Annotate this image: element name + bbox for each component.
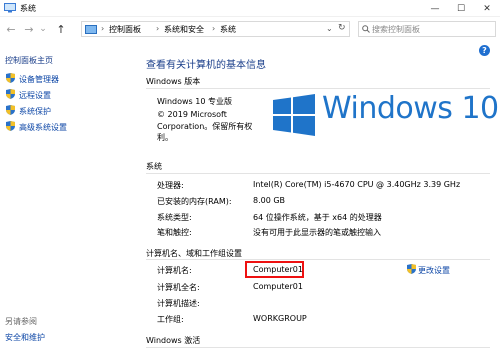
breadcrumb-control-panel[interactable]: 控制面板: [109, 24, 141, 35]
shield-icon: [407, 264, 416, 274]
sidebar-item-advanced-settings[interactable]: 高级系统设置: [19, 122, 67, 133]
section-title-edition: Windows 版本: [146, 77, 201, 86]
windows-logo-text: Windows 10: [322, 91, 499, 126]
copyright-line-2: Corporation。保留所有权: [157, 122, 253, 131]
maximize-button[interactable]: ☐: [448, 0, 474, 17]
full-computer-name-label: 计算机全名:: [157, 283, 200, 292]
search-placeholder: 搜索控制面板: [372, 25, 420, 34]
computer-name-label: 计算机名:: [157, 266, 192, 275]
search-icon: [362, 25, 370, 33]
refresh-icon[interactable]: ↻: [338, 23, 346, 33]
breadcrumb-system[interactable]: 系统: [220, 24, 236, 35]
computer-description-label: 计算机描述:: [157, 299, 200, 308]
system-type-value: 64 位操作系统，基于 x64 的处理器: [253, 213, 382, 222]
window-title: 系统: [20, 4, 36, 13]
processor-label: 处理器:: [157, 181, 184, 190]
section-title-computer-name: 计算机名、域和工作组设置: [146, 249, 242, 258]
section-title-activation: Windows 激活: [146, 336, 201, 345]
back-arrow-icon[interactable]: ←: [4, 22, 18, 36]
history-dropdown-icon[interactable]: ⌄: [38, 22, 48, 36]
page-title: 查看有关计算机的基本信息: [146, 60, 266, 71]
shield-icon: [6, 89, 15, 99]
left-pane: 控制面板主页 设备管理器 远程设置 系统保护 高级系统设置 另请参阅 安全和维护: [0, 41, 136, 355]
breadcrumb-separator: ›: [212, 24, 216, 33]
pen-touch-value: 没有可用于此显示器的笔或触控输入: [253, 228, 381, 237]
control-panel-home-link[interactable]: 控制面板主页: [5, 55, 53, 66]
sidebar-item-device-manager[interactable]: 设备管理器: [19, 74, 59, 85]
shield-icon: [6, 73, 15, 83]
sidebar-item-system-protection[interactable]: 系统保护: [19, 106, 51, 117]
address-bar[interactable]: › 控制面板 › 系统和安全 › 系统 ⌄ ↻: [81, 21, 350, 37]
forward-arrow-icon[interactable]: →: [22, 22, 36, 36]
processor-value: Intel(R) Core(TM) i5-4670 CPU @ 3.40GHz …: [253, 180, 461, 189]
up-arrow-icon[interactable]: ↑: [54, 22, 68, 36]
control-panel-icon: [85, 25, 97, 34]
search-input[interactable]: 搜索控制面板: [358, 21, 496, 37]
workgroup-label: 工作组:: [157, 315, 184, 324]
ram-label: 已安装的内存(RAM):: [157, 197, 232, 206]
change-settings-link[interactable]: 更改设置: [418, 265, 450, 276]
divider: [146, 88, 490, 89]
copyright-line-3: 利。: [157, 133, 173, 142]
ram-value: 8.00 GB: [253, 196, 286, 205]
breadcrumb-separator: ›: [101, 24, 105, 33]
workgroup-value: WORKGROUP: [253, 314, 307, 323]
help-icon[interactable]: ?: [479, 45, 490, 56]
system-type-label: 系统类型:: [157, 213, 192, 222]
windows-logo-icon: [273, 94, 315, 136]
edition-name: Windows 10 专业版: [157, 97, 232, 106]
divider: [146, 347, 490, 348]
breadcrumb-system-security[interactable]: 系统和安全: [164, 24, 204, 35]
shield-icon: [6, 121, 15, 131]
breadcrumb-separator: ›: [156, 24, 160, 33]
full-computer-name-value: Computer01: [253, 282, 303, 291]
minimize-button[interactable]: —: [422, 0, 448, 17]
address-dropdown-icon[interactable]: ⌄: [326, 24, 333, 33]
see-also-security-maintenance-link[interactable]: 安全和维护: [5, 332, 45, 343]
divider: [146, 173, 490, 174]
see-also-title: 另请参阅: [5, 317, 37, 326]
section-title-system: 系统: [146, 162, 162, 171]
copyright-line-1: © 2019 Microsoft: [157, 110, 227, 119]
title-bar: 系统 — ☐ ✕: [0, 0, 500, 17]
system-icon: [4, 3, 16, 13]
pen-touch-label: 笔和触控:: [157, 228, 192, 237]
sidebar-item-remote-settings[interactable]: 远程设置: [19, 90, 51, 101]
shield-icon: [6, 105, 15, 115]
close-button[interactable]: ✕: [474, 0, 500, 17]
divider: [146, 259, 490, 260]
computer-name-value: Computer01: [253, 265, 303, 274]
navigation-bar: ← → ⌄ ↑ › 控制面板 › 系统和安全 › 系统 ⌄ ↻ 搜索控制面板: [0, 18, 500, 40]
